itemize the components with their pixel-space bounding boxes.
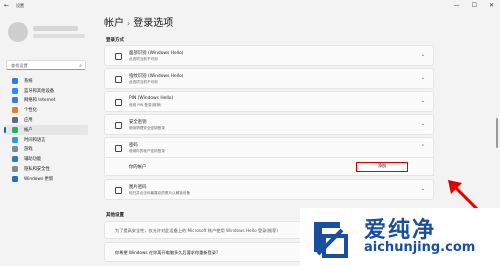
card-subtitle: 此选项当前不可用: [129, 80, 158, 84]
sidebar-item-label: 蓝牙和其他设备: [24, 88, 55, 94]
breadcrumb-parent[interactable]: 帐户: [104, 18, 124, 29]
card-fingerprint[interactable]: 指纹识别 (Windows Hello) 此选项当前不可用 ⌄: [104, 68, 434, 89]
card-subtitle: 使用 PIN 登录(推荐): [129, 103, 162, 107]
card-pin[interactable]: PIN (Windows Hello) 使用 PIN 登录(推荐) ⌄: [104, 91, 434, 112]
chevron-down-icon: ⌄: [420, 75, 425, 81]
user-name-redacted: [33, 26, 78, 31]
sidebar-item-label: 游戏: [24, 147, 33, 153]
sidebar-item-5[interactable]: 帐户: [4, 124, 88, 135]
card-title: 安全密钥: [129, 120, 147, 125]
chevron-up-icon: ⌃: [420, 144, 425, 150]
watermark-url: aichunjing.com: [364, 240, 476, 255]
sidebar-item-label: 系统: [24, 78, 33, 84]
page-title: 登录选项: [133, 18, 174, 29]
sidebar-item-label: 隐私和安全性: [24, 167, 50, 173]
app-title: 设置: [16, 3, 24, 8]
back-arrow-icon[interactable]: ←: [4, 2, 9, 9]
breadcrumb: 帐户 › 登录选项: [104, 14, 173, 29]
breadcrumb-separator: ›: [127, 19, 131, 28]
password-subrow: 你的帐户 添加: [104, 158, 434, 176]
sidebar-item-label: 个性化: [24, 108, 37, 114]
search-icon[interactable]: ⌕: [79, 61, 82, 71]
scrollbar[interactable]: [496, 118, 498, 148]
sidebar-item-1[interactable]: 蓝牙和其他设备: [4, 86, 88, 96]
card-subtitle: 使用你的帐户密码登录: [129, 149, 165, 153]
setting-text: 你希望 Windows 在你离开电脑多久后要求你重新登录?: [115, 250, 219, 255]
sidebar-item-icon: [12, 175, 18, 182]
chevron-down-icon: ⌄: [420, 98, 425, 104]
sidebar-item-icon: [12, 166, 18, 173]
face-icon: [115, 53, 122, 60]
watermark-mark-icon: [314, 222, 348, 258]
section-additional-settings: 其他设置: [106, 213, 124, 218]
card-security-key[interactable]: 安全密钥 使用物理安全密钥登录 ⌄: [104, 114, 434, 135]
card-title: 面部识别 (Windows Hello): [129, 51, 184, 56]
sidebar-item-3[interactable]: 个性化: [4, 105, 88, 115]
search-input[interactable]: 查找设置 ⌕: [6, 60, 86, 70]
sidebar-nav: 系统蓝牙和其他设备 网络和 Internet 个性化应用帐户时间和语言游戏辅助功能隐…: [4, 76, 88, 184]
sidebar-item-6[interactable]: 时间和语言: [4, 135, 88, 145]
card-subtitle: 此选项当前不可用: [129, 57, 158, 61]
sidebar-item-icon: [12, 146, 18, 153]
card-title: PIN (Windows Hello): [129, 96, 174, 101]
avatar: [8, 22, 28, 42]
card-password[interactable]: 密码 使用你的帐户密码登录 ⌃: [104, 137, 434, 158]
fingerprint-icon: [115, 76, 122, 83]
password-icon: [115, 145, 122, 152]
sidebar-item-icon: [12, 117, 18, 124]
key-icon: [115, 122, 122, 129]
sidebar-item-label: Windows 更新: [24, 176, 54, 182]
picture-icon: [115, 187, 122, 194]
chevron-down-icon: ⌄: [420, 52, 425, 58]
sidebar-item-icon: [12, 156, 18, 163]
sidebar-item-9[interactable]: 隐私和安全性: [4, 164, 88, 174]
add-password-button[interactable]: 添加: [356, 162, 408, 172]
sidebar-item-8[interactable]: 辅助功能: [4, 154, 88, 164]
sidebar-item-icon: [12, 136, 18, 143]
sidebar-item-icon: [12, 126, 18, 133]
your-account-label: 你的帐户: [129, 165, 147, 170]
sidebar-item-label: 帐户: [24, 127, 33, 133]
section-signin-methods: 登录方式: [106, 38, 124, 43]
sidebar-item-icon: [12, 87, 18, 94]
sidebar-item-label: 辅助功能: [24, 157, 42, 163]
user-email-redacted: [33, 34, 85, 38]
user-profile[interactable]: [8, 20, 88, 46]
sidebar-item-10[interactable]: Windows 更新: [4, 174, 88, 184]
sidebar-item-icon: [12, 97, 18, 104]
card-subtitle: 使用物理安全密钥登录: [129, 126, 165, 130]
sidebar-item-label: 网络和 Internet: [24, 98, 56, 104]
card-title: 指纹识别 (Windows Hello): [129, 74, 184, 79]
sidebar-item-label: 应用: [24, 118, 33, 124]
chevron-down-icon: ⌄: [420, 186, 425, 192]
chevron-down-icon: ⌄: [420, 121, 425, 127]
card-picture-password[interactable]: 图片密码 轻扫并点击你最喜欢的照片以解锁设备 ⌄: [104, 179, 434, 200]
card-subtitle: 轻扫并点击你最喜欢的照片以解锁设备: [129, 191, 191, 195]
sidebar: 查找设置 ⌕ 系统蓝牙和其他设备 网络和 Internet 个性化应用帐户时间和语言…: [0, 14, 92, 266]
pin-icon: [115, 99, 122, 106]
sidebar-item-label: 时间和语言: [24, 137, 46, 143]
search-placeholder: 查找设置: [11, 63, 28, 68]
sidebar-item-0[interactable]: 系统: [4, 76, 88, 86]
sidebar-item-4[interactable]: 应用: [4, 115, 88, 125]
sidebar-item-2[interactable]: 网络和 Internet: [4, 96, 88, 106]
setting-text: 为了提高安全性，仅允许对此设备上的 Microsoft 帐户使用 Windows…: [115, 228, 278, 233]
card-face-recognition[interactable]: 面部识别 (Windows Hello) 此选项当前不可用 ⌄: [104, 45, 434, 66]
sidebar-item-icon: [12, 107, 18, 114]
sidebar-item-icon: [12, 77, 18, 84]
sidebar-item-7[interactable]: 游戏: [4, 145, 88, 155]
card-title: 图片密码: [129, 185, 147, 190]
card-title: 密码: [129, 143, 138, 148]
watermark-logo: 爱纯净 aichunjing.com: [300, 208, 500, 266]
